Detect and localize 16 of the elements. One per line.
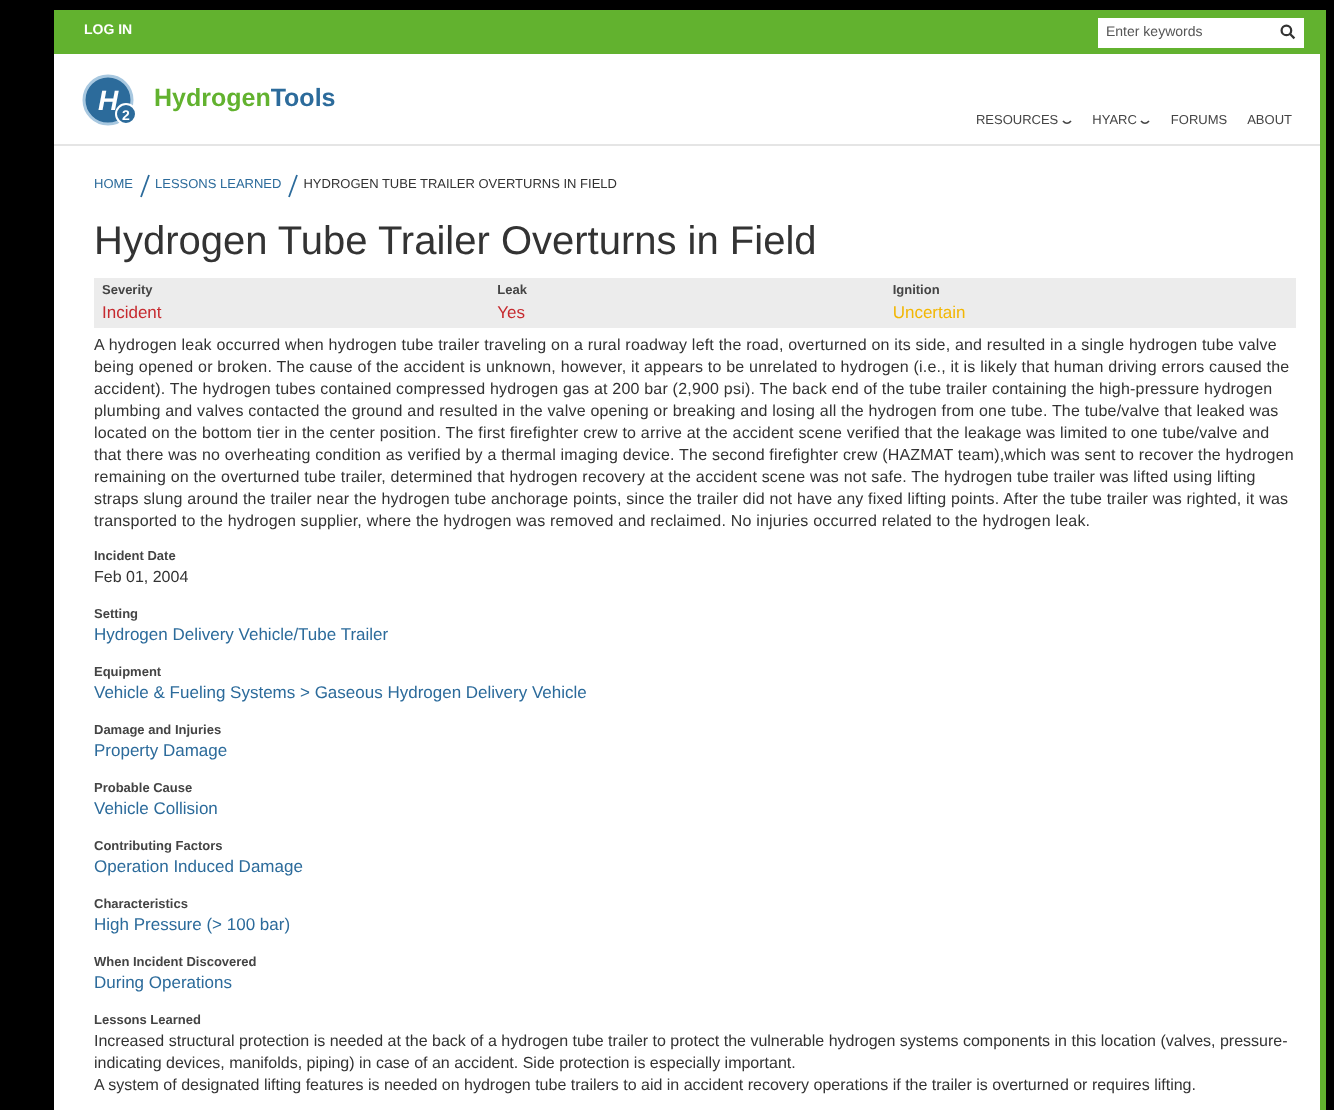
- field-link[interactable]: Vehicle & Fueling Systems > Gaseous Hydrogen Delivery Vehicle: [94, 681, 587, 704]
- field-link[interactable]: During Operations: [94, 971, 232, 994]
- field-value: Feb 01, 2004: [94, 565, 189, 588]
- field-value: Increased structural protection is needed at the back of a hydrogen tube trailer to protect the vulnerable hydrogen systems components in this location (valves, pressure-indicating devices, manifolds, piping) in case of an accident. Side protection is especially important.: [94, 1029, 1290, 1074]
- description-text: A hydrogen leak occurred when hydrogen tube trailer traveling on a rural roadway left the road, overturned on its side, and resulted in a single hydrogen tube valve being opened or broken. The cause of the accident is unknown, however, it appears to be unrelated to hydrogen (i.e., it is likely that human driving errors caused the accident). The hydrogen tubes contained compressed hydrogen gas at 200 bar (2,900 psi). The back end of the tube trailer containing the high-pressure hydrogen plumbing and valves contacted the ground and resulted in the valve opening or breaking and losing all the hydrogen from one tube. The tube/valve that leaked was located on the bottom tier in the center position. The first firefighter crew to arrive at the accident scene verified that the leakage was limited to one tube/valve and that there was no overheating condition as verified by a thermal imaging device. The second firefighter crew (HAZMAT team),which was sent to recover the hydrogen remaining on the overturned tube trailer, determined that hydrogen recovery at the accident scene was not safe. The hydrogen tube trailer was lifted using lifting straps slung around the trailer near the hydrogen tube anchorage points, since the trailer did not have any fixed lifting points. After the tube trailer was righted, it was transported to the hydrogen supplier, where the hydrogen was removed and reclaimed. No injuries occurred related to the hydrogen leak.: [94, 333, 1296, 532]
- field-link[interactable]: High Pressure (> 100 bar): [94, 913, 291, 936]
- field-value: A system of designated lifting features is needed on hydrogen tube trailers to aid in accident recovery operations if the trailer is overturned or requires lifting.: [94, 1073, 1196, 1096]
- field-link[interactable]: Operation Induced Damage: [94, 855, 303, 878]
- field-link[interactable]: Vehicle Collision: [94, 797, 218, 820]
- page-title: Hydrogen Tube Trailer Overturns in Field: [94, 218, 819, 266]
- summary-value: Yes: [497, 301, 526, 324]
- summary-value: Incident: [102, 301, 162, 324]
- field-link[interactable]: Property Damage: [94, 739, 228, 762]
- field-link[interactable]: Hydrogen Delivery Vehicle/Tube Trailer: [94, 623, 389, 646]
- summary-value: Uncertain: [892, 301, 966, 324]
- logo-text[interactable]: HydrogenTools: [154, 80, 336, 118]
